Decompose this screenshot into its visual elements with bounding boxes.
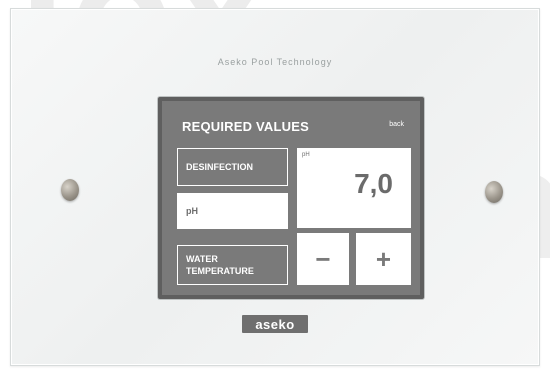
menu-water-temperature-button[interactable]: WATER TEMPERATURE xyxy=(177,245,288,285)
value-display-number: 7,0 xyxy=(354,168,393,199)
menu-ph-label: pH xyxy=(186,206,198,216)
menu-ph-button[interactable]: pH xyxy=(177,193,288,229)
menu-water-temperature-labels: WATER TEMPERATURE xyxy=(186,253,254,277)
menu-water-temperature-label-line2: TEMPERATURE xyxy=(186,266,254,276)
mounting-screw-right xyxy=(485,181,503,203)
photo-scene: IOX baden Aseko Pool Technology REQUIRED… xyxy=(0,0,550,371)
menu-desinfection-label: DESINFECTION xyxy=(186,162,254,172)
increase-button[interactable]: + xyxy=(356,233,411,285)
screen-title: REQUIRED VALUES xyxy=(182,119,309,134)
decrease-button[interactable]: − xyxy=(297,233,349,285)
menu-water-temperature-label-line1: WATER xyxy=(186,254,218,264)
touch-screen: REQUIRED VALUES back DESINFECTION pH WAT… xyxy=(158,97,424,299)
brand-top-label: Aseko Pool Technology xyxy=(217,57,333,67)
mounting-screw-left xyxy=(61,179,79,201)
menu-desinfection-button[interactable]: DESINFECTION xyxy=(177,148,288,186)
value-display-panel: pH 7,0 xyxy=(297,148,411,228)
brand-bottom-logo: aseko xyxy=(242,315,308,333)
value-display-label: pH xyxy=(302,152,310,158)
back-button[interactable]: back xyxy=(389,121,404,128)
device-faceplate: Aseko Pool Technology REQUIRED VALUES ba… xyxy=(10,8,540,366)
